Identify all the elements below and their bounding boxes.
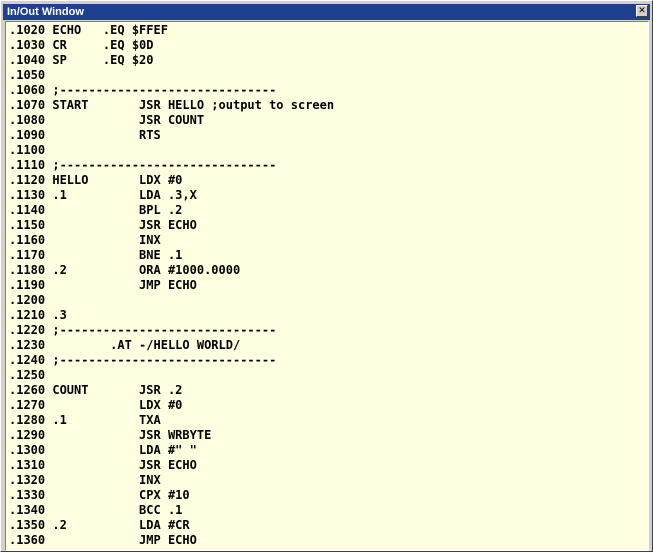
code-line: .1350 .2 LDA #CR <box>9 518 190 532</box>
title-bar[interactable]: In/Out Window ✕ <box>3 4 650 20</box>
code-line: .1160 INX <box>9 233 161 247</box>
code-line: .1060 ;------------------------------ <box>9 83 277 97</box>
code-line: .1050 <box>9 68 46 82</box>
code-line: .1080 JSR COUNT <box>9 113 205 127</box>
code-line: .1100 <box>9 143 46 157</box>
code-line: .1300 LDA #" " <box>9 443 197 457</box>
code-line: .1040 SP .EQ $20 <box>9 53 154 67</box>
code-line: .1200 <box>9 293 46 307</box>
code-line: .1240 ;------------------------------ <box>9 353 277 367</box>
close-icon: ✕ <box>638 6 646 16</box>
code-line: .1030 CR .EQ $0D <box>9 38 154 52</box>
in-out-window: In/Out Window ✕ .1020 ECHO .EQ $FFEF .103… <box>0 0 653 552</box>
text-area[interactable]: .1020 ECHO .EQ $FFEF .1030 CR .EQ $0D .104… <box>5 21 649 551</box>
code-listing: .1020 ECHO .EQ $FFEF .1030 CR .EQ $0D .104… <box>9 23 334 548</box>
code-line: .1310 JSR ECHO <box>9 458 197 472</box>
code-line: .1250 <box>9 368 46 382</box>
code-line: .1130 .1 LDA .3,X <box>9 188 197 202</box>
code-line: .1110 ;------------------------------ <box>9 158 277 172</box>
window-title: In/Out Window <box>7 6 84 18</box>
code-line: .1320 INX <box>9 473 161 487</box>
close-button[interactable]: ✕ <box>636 5 648 17</box>
code-line: .1180 .2 ORA #1000.0000 <box>9 263 241 277</box>
code-line: .1280 .1 TXA <box>9 413 161 427</box>
code-line: .1020 ECHO .EQ $FFEF <box>9 23 168 37</box>
code-line: .1290 JSR WRBYTE <box>9 428 212 442</box>
code-line: .1270 LDX #0 <box>9 398 183 412</box>
code-line: .1260 COUNT JSR .2 <box>9 383 183 397</box>
code-line: .1090 RTS <box>9 128 161 142</box>
code-line: .1230 .AT -/HELLO WORLD/ <box>9 338 241 352</box>
code-line: .1220 ;------------------------------ <box>9 323 277 337</box>
code-line: .1190 JMP ECHO <box>9 278 197 292</box>
code-line: .1340 BCC .1 <box>9 503 183 517</box>
code-line: .1360 JMP ECHO <box>9 533 197 547</box>
code-line: .1070 START JSR HELLO ;output to screen <box>9 98 335 112</box>
code-line: .1120 HELLO LDX #0 <box>9 173 183 187</box>
code-line: .1140 BPL .2 <box>9 203 183 217</box>
code-line: .1210 .3 <box>9 308 67 322</box>
code-line: .1330 CPX #10 <box>9 488 190 502</box>
code-line: .1150 JSR ECHO <box>9 218 197 232</box>
code-line: .1170 BNE .1 <box>9 248 183 262</box>
